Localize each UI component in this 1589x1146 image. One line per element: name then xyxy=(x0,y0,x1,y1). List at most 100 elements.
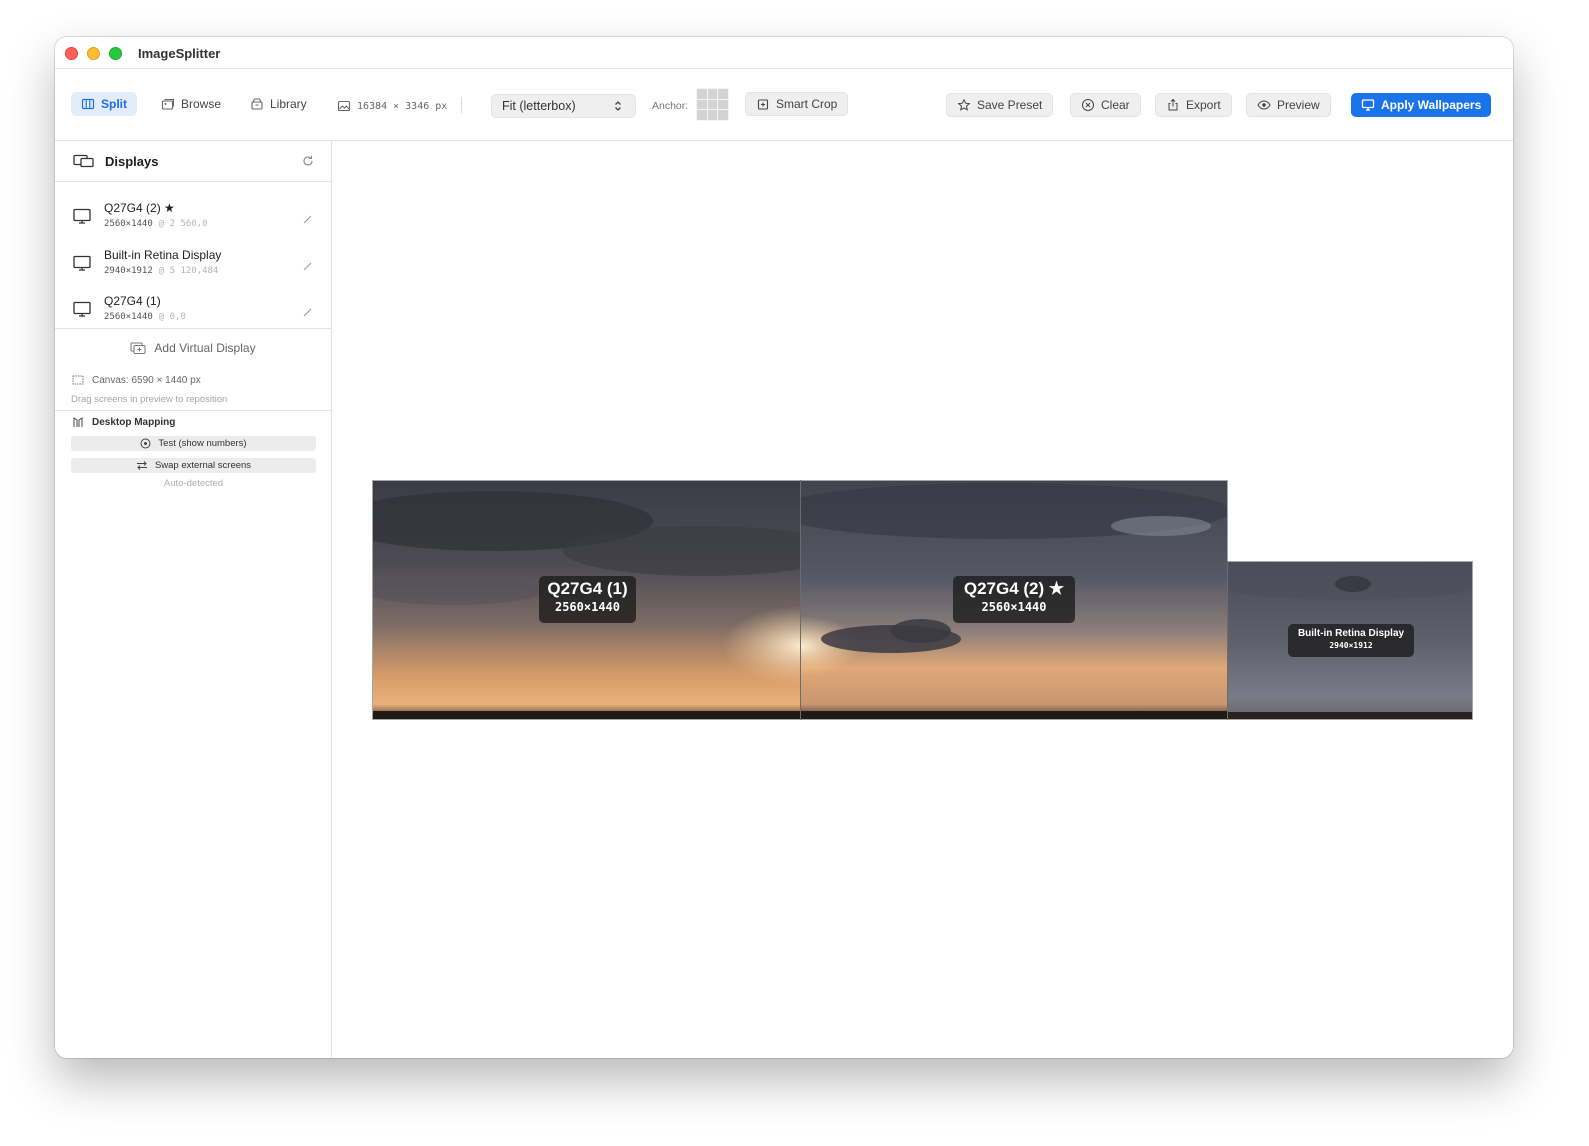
apply-wallpapers-button[interactable]: Apply Wallpapers xyxy=(1351,93,1492,117)
anchor-cell[interactable] xyxy=(707,99,718,110)
display-resolution: 2560×1440 xyxy=(104,312,153,322)
anchor-cell[interactable] xyxy=(718,110,728,120)
tab-split-label: Split xyxy=(101,97,127,111)
image-size-info: 16384 × 3346 px xyxy=(337,99,447,113)
export-button[interactable]: Export xyxy=(1155,93,1232,117)
pencil-icon[interactable] xyxy=(301,212,315,226)
anchor-cell[interactable] xyxy=(707,89,718,99)
desktop-mapping-title: Desktop Mapping xyxy=(72,416,175,428)
apply-wallpapers-label: Apply Wallpapers xyxy=(1381,98,1482,112)
display-meta: 2560×1440 @ 0,0 xyxy=(104,312,186,322)
add-virtual-display-button[interactable]: Add Virtual Display xyxy=(55,341,331,355)
display-name: Q27G4 (2) ★ xyxy=(104,201,175,215)
display-resolution: 2560×1440 xyxy=(104,219,153,229)
export-icon xyxy=(1166,98,1180,112)
app-title: ImageSplitter xyxy=(138,46,221,61)
display-row-built-in[interactable]: Built-in Retina Display 2940×1912 @ 5 120… xyxy=(55,243,331,289)
screen-name: Q27G4 (2) ★ xyxy=(963,579,1065,598)
anchor-cell[interactable] xyxy=(718,89,728,99)
clear-circle-icon xyxy=(1081,98,1095,112)
swap-external-screens-label: Swap external screens xyxy=(154,460,252,471)
display-resolution: 2940×1912 xyxy=(104,266,153,276)
canvas-icon xyxy=(72,374,84,386)
mapping-icon xyxy=(72,416,84,428)
add-display-icon xyxy=(130,341,146,355)
monitor-icon xyxy=(73,255,91,271)
display-row-q27g4-2[interactable]: Q27G4 (2) ★ 2560×1440 @ 2 560,0 xyxy=(55,196,331,242)
star-icon xyxy=(957,98,971,112)
anchor-cell[interactable] xyxy=(697,99,707,110)
anchor-cell[interactable] xyxy=(718,99,728,110)
screen-resolution: 2560×1440 xyxy=(981,600,1047,614)
pencil-icon[interactable] xyxy=(301,305,315,319)
close-window-button[interactable] xyxy=(65,47,78,60)
test-show-numbers-button[interactable]: Test (show numbers) xyxy=(71,436,316,451)
display-meta: 2560×1440 @ 2 560,0 xyxy=(104,219,208,229)
display-position: @ 0,0 xyxy=(158,312,186,322)
columns-icon xyxy=(81,97,95,111)
anchor-label: Anchor: xyxy=(652,100,689,112)
swap-arrows-icon xyxy=(136,460,148,471)
smart-crop-button[interactable]: Smart Crop xyxy=(745,92,849,116)
chevron-updown-icon xyxy=(611,99,625,113)
maximize-window-button[interactable] xyxy=(109,47,122,60)
clear-label: Clear xyxy=(1101,98,1130,112)
monitor-icon xyxy=(73,208,91,224)
swap-external-screens-button[interactable]: Swap external screens xyxy=(71,458,316,473)
tab-browse[interactable]: Browse xyxy=(151,92,231,116)
sidebar-divider xyxy=(55,328,331,329)
display-icon xyxy=(1361,98,1375,112)
image-size-label: 16384 × 3346 px xyxy=(357,100,448,112)
displays-icon xyxy=(73,154,95,168)
app-window: ImageSplitter Split Browse Library 16384 xyxy=(55,37,1513,1058)
tab-library-label: Library xyxy=(270,97,307,111)
screen-built-in-retina[interactable]: Built-in Retina Display 2940×1912 xyxy=(1227,561,1473,720)
fit-mode-select[interactable]: Fit (letterbox) xyxy=(491,94,636,118)
drag-hint: Drag screens in preview to reposition xyxy=(71,394,228,405)
export-label: Export xyxy=(1186,98,1221,112)
displays-sidebar: Displays Q27G4 (2) ★ 2560×1440 @ 2 560,0 … xyxy=(55,141,332,1058)
anchor-cell[interactable] xyxy=(697,89,707,99)
refresh-icon[interactable] xyxy=(301,154,315,168)
screen-label: Built-in Retina Display 2940×1912 xyxy=(1288,624,1414,657)
preview-button[interactable]: Preview xyxy=(1246,93,1331,117)
screen-resolution: 2560×1440 xyxy=(554,600,621,614)
sidebar-divider xyxy=(55,410,331,411)
toolbar: Split Browse Library 16384 × 3346 px Fit… xyxy=(55,69,1513,141)
save-preset-label: Save Preset xyxy=(977,98,1043,112)
anchor-grid[interactable] xyxy=(696,88,729,121)
save-preset-button[interactable]: Save Preset xyxy=(946,93,1054,117)
display-name: Built-in Retina Display xyxy=(104,248,222,262)
displays-title: Displays xyxy=(105,153,159,169)
display-name: Q27G4 (1) xyxy=(104,294,161,308)
tab-library[interactable]: Library xyxy=(240,92,317,116)
screen-name: Built-in Retina Display xyxy=(1297,628,1405,639)
target-icon xyxy=(140,438,151,449)
anchor-cell[interactable] xyxy=(697,110,707,120)
displays-header: Displays xyxy=(55,141,331,182)
title-bar: ImageSplitter xyxy=(55,37,1513,69)
preview-canvas: Q27G4 (1) 2560×1440 Q27G4 (2) ★ 2560×144… xyxy=(332,141,1513,1058)
eye-icon xyxy=(1257,98,1271,112)
screen-resolution: 2940×1912 xyxy=(1329,641,1373,650)
fit-mode-value: Fit (letterbox) xyxy=(502,99,576,113)
pencil-icon[interactable] xyxy=(301,259,315,273)
display-position: @ 2 560,0 xyxy=(158,219,208,229)
screen-label: Q27G4 (2) ★ 2560×1440 xyxy=(953,576,1075,623)
image-icon xyxy=(337,99,351,113)
minimize-window-button[interactable] xyxy=(87,47,100,60)
screen-q27g4-1[interactable]: Q27G4 (1) 2560×1440 xyxy=(372,480,801,720)
tab-split[interactable]: Split xyxy=(71,92,137,116)
anchor-cell[interactable] xyxy=(707,110,718,120)
display-meta: 2940×1912 @ 5 120,484 xyxy=(104,266,218,276)
preview-label: Preview xyxy=(1277,98,1320,112)
clear-button[interactable]: Clear xyxy=(1070,93,1141,117)
smart-crop-label: Smart Crop xyxy=(776,97,838,111)
monitor-icon xyxy=(73,301,91,317)
desktop-mapping-label: Desktop Mapping xyxy=(92,416,176,428)
archive-icon xyxy=(250,97,264,111)
photo-stack-icon xyxy=(161,97,175,111)
crop-icon xyxy=(756,97,770,111)
tab-browse-label: Browse xyxy=(181,97,222,111)
screen-q27g4-2[interactable]: Q27G4 (2) ★ 2560×1440 xyxy=(800,480,1228,720)
